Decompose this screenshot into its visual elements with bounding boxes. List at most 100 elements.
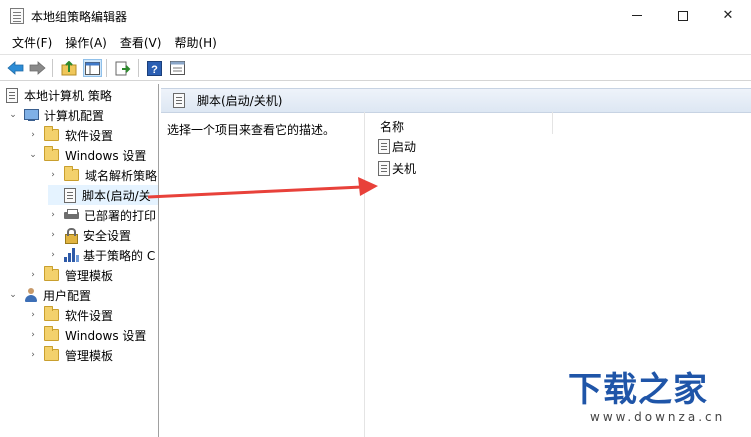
tree-item-label: 域名解析策略: [85, 168, 158, 183]
details-header: 脚本(启动/关机): [161, 88, 751, 113]
help-icon: ?: [147, 60, 162, 76]
chevron-down-icon[interactable]: ⌄: [8, 290, 18, 300]
script-icon: [378, 160, 390, 176]
tree-item-label: 软件设置: [65, 128, 114, 143]
tree-item-windows-settings[interactable]: ⌄ Windows 设置: [28, 145, 146, 165]
maximize-button[interactable]: [660, 0, 706, 31]
script-icon: [378, 138, 390, 154]
help-button[interactable]: ?: [145, 59, 164, 77]
export-list-icon: [115, 61, 130, 75]
description-text: 选择一个项目来查看它的描述。: [167, 123, 336, 137]
menu-view[interactable]: 查看(V): [114, 34, 168, 51]
chevron-right-icon[interactable]: ›: [28, 310, 38, 320]
chevron-right-icon[interactable]: ›: [28, 270, 38, 280]
tree-item-label: 基于策略的 C: [83, 248, 156, 263]
toolbar: ?: [0, 54, 751, 81]
close-button[interactable]: ✕: [705, 0, 751, 31]
folder-icon: [44, 326, 59, 341]
tree-item-name-resolution-policy[interactable]: › 域名解析策略: [48, 165, 157, 185]
folder-icon: [44, 306, 59, 321]
chevron-right-icon[interactable]: ›: [28, 350, 38, 360]
tree-item-label: 用户配置: [43, 288, 92, 303]
tree-item-label: 软件设置: [65, 308, 114, 323]
console-tree: 本地计算机 策略 ⌄ 计算机配置 › 软件设置 ⌄ Windows 设置 › 域…: [2, 84, 159, 437]
menu-action[interactable]: 操作(A): [59, 34, 113, 51]
tree-item-policy-based-qos[interactable]: › 基于策略的 C: [48, 245, 155, 265]
chevron-right-icon[interactable]: ›: [28, 130, 38, 140]
tree-item-label: 安全设置: [83, 228, 132, 243]
tree-item-deployed-printers[interactable]: › 已部署的打印: [48, 205, 156, 225]
tree-item-label: 本地计算机 策略: [24, 88, 112, 103]
list-item-shutdown[interactable]: 关机: [378, 158, 416, 178]
menu-bar: 文件(F) 操作(A) 查看(V) 帮助(H): [0, 31, 751, 53]
window-title: 本地组策略编辑器: [31, 10, 128, 24]
script-icon: [173, 93, 185, 108]
tree-item-label: 管理模板: [65, 268, 114, 283]
watermark-title: 下载之家: [568, 370, 708, 410]
tree-item-admin-templates[interactable]: › 管理模板: [28, 265, 113, 285]
toolbar-separator: [106, 59, 107, 77]
export-list-button[interactable]: [113, 59, 132, 77]
tree-item-label: 计算机配置: [44, 108, 105, 123]
menu-help[interactable]: 帮助(H): [168, 34, 222, 51]
list-item-label: 启动: [392, 139, 417, 154]
app-icon: [10, 8, 24, 24]
tree-item-user-software-settings[interactable]: › 软件设置: [28, 305, 113, 325]
tree-item-user-admin-templates[interactable]: › 管理模板: [28, 345, 113, 365]
show-hide-tree-button[interactable]: [83, 59, 102, 77]
tree-item-label: 已部署的打印: [84, 208, 157, 223]
show-hide-tree-icon: [85, 61, 100, 75]
back-icon: [7, 61, 24, 75]
chevron-down-icon[interactable]: ⌄: [28, 150, 38, 160]
tree-item-label: 管理模板: [65, 348, 114, 363]
list-item-startup[interactable]: 启动: [378, 136, 416, 156]
title-bar: 本地组策略编辑器 ✕: [0, 0, 751, 31]
bar-chart-icon: [64, 248, 79, 262]
properties-button[interactable]: [168, 59, 187, 77]
toolbar-separator: [138, 59, 139, 77]
tree-item-scripts[interactable]: 脚本(启动/关: [48, 185, 158, 205]
chevron-down-icon[interactable]: ⌄: [8, 110, 18, 120]
forward-button[interactable]: [28, 59, 47, 77]
computer-icon: [24, 108, 39, 122]
toolbar-separator: [52, 59, 53, 77]
tree-item-user-windows-settings[interactable]: › Windows 设置: [28, 325, 146, 345]
chevron-right-icon[interactable]: ›: [48, 170, 58, 180]
column-header-separator[interactable]: [552, 112, 553, 134]
folder-icon: [44, 346, 59, 361]
tree-item-security-settings[interactable]: › 安全设置: [48, 225, 131, 245]
script-icon: [64, 187, 76, 203]
close-icon: ✕: [722, 8, 734, 23]
details-header-title: 脚本(启动/关机): [197, 94, 283, 108]
watermark-url: www.downza.cn: [590, 410, 726, 424]
back-button[interactable]: [6, 59, 25, 77]
tree-item-software-settings[interactable]: › 软件设置: [28, 125, 113, 145]
tree-item-label: Windows 设置: [65, 328, 147, 343]
up-folder-button[interactable]: [60, 59, 79, 77]
folder-open-icon: [44, 146, 59, 161]
minimize-icon: [632, 15, 642, 16]
folder-icon: [44, 266, 59, 281]
list-item-label: 关机: [392, 161, 417, 176]
tree-item-computer-config[interactable]: ⌄ 计算机配置: [8, 105, 104, 125]
minimize-button[interactable]: [614, 0, 660, 31]
chevron-right-icon[interactable]: ›: [48, 250, 58, 260]
pane-divider: [364, 112, 365, 437]
user-icon: [24, 288, 38, 302]
forward-icon: [29, 61, 46, 75]
tree-item-root[interactable]: 本地计算机 策略: [6, 85, 112, 105]
menu-file[interactable]: 文件(F): [6, 34, 58, 51]
tree-item-label: Windows 设置: [65, 148, 147, 163]
properties-icon: [170, 61, 185, 75]
folder-icon: [44, 126, 59, 141]
tree-item-user-config[interactable]: ⌄ 用户配置: [8, 285, 91, 305]
folder-icon: [64, 166, 79, 181]
tree-item-label: 脚本(启动/关: [82, 188, 151, 203]
maximize-icon: [678, 10, 688, 21]
chevron-right-icon[interactable]: ›: [48, 230, 58, 240]
up-folder-icon: [61, 60, 77, 75]
chevron-right-icon[interactable]: ›: [48, 210, 58, 220]
column-header-name[interactable]: 名称: [380, 118, 404, 135]
chevron-right-icon[interactable]: ›: [28, 330, 38, 340]
